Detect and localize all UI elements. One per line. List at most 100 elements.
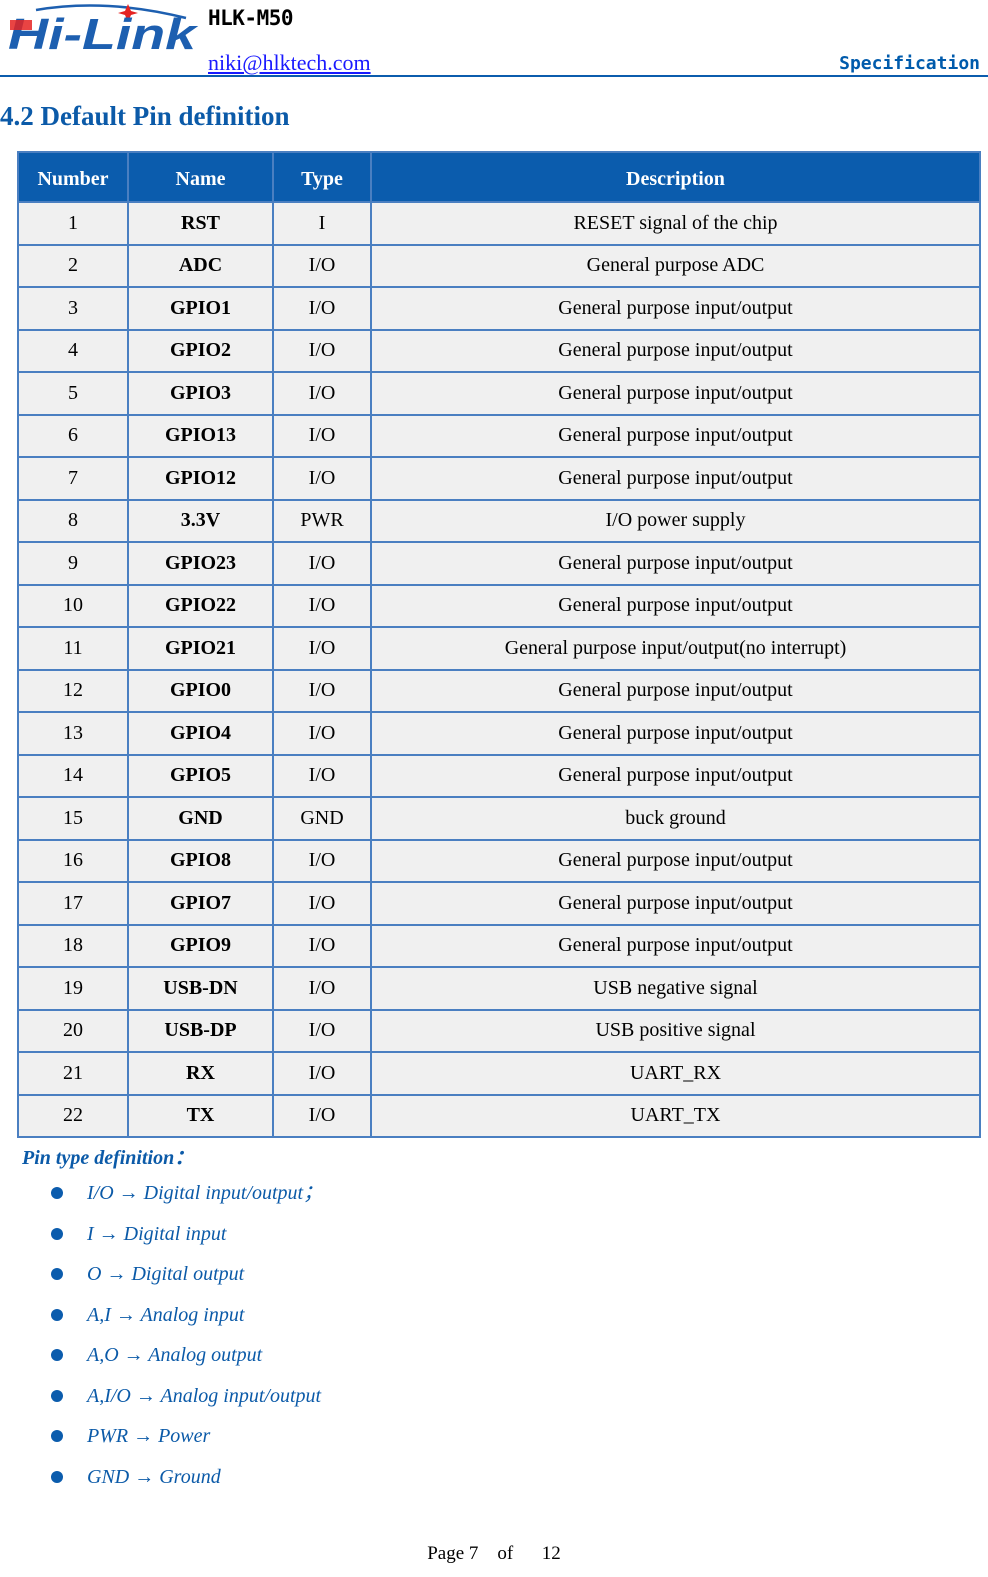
pin-type-cell: I/O [272, 371, 372, 416]
pin-type-cell: I/O [272, 1051, 372, 1096]
pin-name-cell: GPIO3 [127, 371, 274, 416]
pin-description-cell: General purpose ADC [370, 243, 981, 288]
pin-type-cell: I/O [272, 753, 372, 798]
pin-name-cell: GPIO7 [127, 881, 274, 926]
page-label: Page 7 [427, 1543, 479, 1564]
total-pages: 12 [541, 1543, 561, 1564]
pin-type-cell: I/O [272, 668, 372, 713]
pin-number-cell: 7 [17, 456, 129, 501]
bullet-icon [51, 1268, 63, 1280]
table-row: 2 ADC I/O General purpose ADC [17, 243, 981, 288]
table-row: 22 TX I/O UART_TX [17, 1093, 981, 1138]
table-row: 21 RX I/O UART_RX [17, 1051, 981, 1096]
pin-number-cell: 19 [17, 966, 129, 1011]
pin-number-cell: 3 [17, 286, 129, 331]
table-row: 1 RST I RESET signal of the chip [17, 201, 981, 246]
pin-description-cell: USB positive signal [370, 1008, 981, 1053]
pin-number-cell: 9 [17, 541, 129, 586]
pin-description-cell: General purpose input/output [370, 413, 981, 458]
of-label: of [497, 1543, 514, 1564]
pin-number-cell: 6 [17, 413, 129, 458]
legend-item-text: I → Digital input [87, 1222, 227, 1245]
pin-name-cell: GPIO5 [127, 753, 274, 798]
pin-description-cell: buck ground [370, 796, 981, 841]
pin-definition-table: Number Name Type Description 1 RST I RESET … [17, 151, 981, 1138]
pin-type-cell: I/O [272, 711, 372, 756]
pin-type-cell: I/O [272, 583, 372, 628]
header-name: Name [127, 151, 274, 203]
pin-description-cell: UART_RX [370, 1051, 981, 1096]
bullet-icon [51, 1308, 63, 1321]
pin-name-cell: 3.3V [127, 498, 274, 543]
pin-type-cell: I/O [272, 286, 372, 331]
pin-number-cell: 15 [17, 796, 129, 841]
pin-type-cell: I/O [272, 1093, 372, 1138]
pin-description-cell: I/O power supply [370, 498, 981, 543]
pin-description-cell: General purpose input/output [370, 371, 981, 416]
table-row: 13 GPIO4 I/O General purpose input/output [17, 711, 981, 756]
pin-name-cell: GPIO2 [127, 328, 274, 373]
pin-type-cell: I/O [272, 243, 372, 288]
table-row: 11 GPIO21 I/O General purpose input/output(… [17, 626, 981, 671]
table-row: 10 GPIO22 I/O General purpose input/output [17, 583, 981, 628]
pin-name-cell: RST [127, 201, 274, 246]
table-row: 15 GND GND buck ground [17, 796, 981, 841]
pin-type-cell: I/O [272, 1008, 372, 1053]
pin-type-cell: GND [272, 796, 372, 841]
pin-number-cell: 12 [17, 668, 129, 713]
pin-description-cell: UART_TX [370, 1093, 981, 1138]
table-row: 18 GPIO9 I/O General purpose input/output [17, 923, 981, 968]
pin-type-definition-title: Pin type definition： [22, 1147, 195, 1169]
pin-description-cell: USB negative signal [370, 966, 981, 1011]
header-number: Number [17, 151, 129, 203]
email-link[interactable]: niki@hlktech.com [208, 50, 371, 76]
pin-description-cell: General purpose input/output(no interrup… [370, 626, 981, 671]
document-type: Specification [839, 53, 980, 74]
pin-type-cell: PWR [272, 498, 372, 543]
header-type: Type [272, 151, 372, 203]
pin-name-cell: GPIO13 [127, 413, 274, 458]
legend-item-text: I/O → Digital input/output； [87, 1182, 324, 1204]
pin-number-cell: 20 [17, 1008, 129, 1053]
pin-number-cell: 17 [17, 881, 129, 926]
pin-type-cell: I/O [272, 456, 372, 501]
pin-number-cell: 16 [17, 838, 129, 883]
header-description: Description [370, 151, 981, 203]
bullet-icon [51, 1389, 63, 1402]
page-footer: Page 7 of 12 [0, 1543, 988, 1565]
pin-name-cell: ADC [127, 243, 274, 288]
pin-description-cell: General purpose input/output [370, 668, 981, 713]
logo-text: Hi-Link [8, 10, 199, 54]
bullet-icon [51, 1470, 63, 1483]
table-row: 3 GPIO1 I/O General purpose input/output [17, 286, 981, 331]
legend-item-text: A,I/O → Analog input/output [87, 1384, 322, 1407]
pin-number-cell: 5 [17, 371, 129, 416]
pin-name-cell: USB-DN [127, 966, 274, 1011]
legend-item-text: PWR → Power [87, 1425, 211, 1447]
bullet-icon [51, 1227, 63, 1240]
pin-number-cell: 4 [17, 328, 129, 373]
bullet-icon [51, 1349, 63, 1361]
pin-name-cell: USB-DP [127, 1008, 274, 1053]
pin-type-cell: I/O [272, 966, 372, 1011]
legend-item-text: A,O → Analog output [87, 1344, 263, 1366]
table-row: 7 GPIO12 I/O General purpose input/output [17, 456, 981, 501]
pin-type-cell: I [272, 201, 372, 246]
pin-number-cell: 10 [17, 583, 129, 628]
header-divider [0, 75, 988, 77]
pin-number-cell: 2 [17, 243, 129, 288]
pin-number-cell: 11 [17, 626, 129, 671]
legend-item-text: GND → Ground [87, 1465, 221, 1488]
pin-description-cell: General purpose input/output [370, 711, 981, 756]
table-row: 17 GPIO7 I/O General purpose input/output [17, 881, 981, 926]
table-row: 16 GPIO8 I/O General purpose input/output [17, 838, 981, 883]
pin-description-cell: General purpose input/output [370, 838, 981, 883]
pin-description-cell: General purpose input/output [370, 328, 981, 373]
table-row: 8 3.3V PWR I/O power supply [17, 498, 981, 543]
pin-name-cell: GPIO9 [127, 923, 274, 968]
pin-type-cell: I/O [272, 923, 372, 968]
pin-number-cell: 22 [17, 1093, 129, 1138]
table-row: 20 USB-DP I/O USB positive signal [17, 1008, 981, 1053]
pin-description-cell: General purpose input/output [370, 923, 981, 968]
pin-name-cell: GPIO8 [127, 838, 274, 883]
